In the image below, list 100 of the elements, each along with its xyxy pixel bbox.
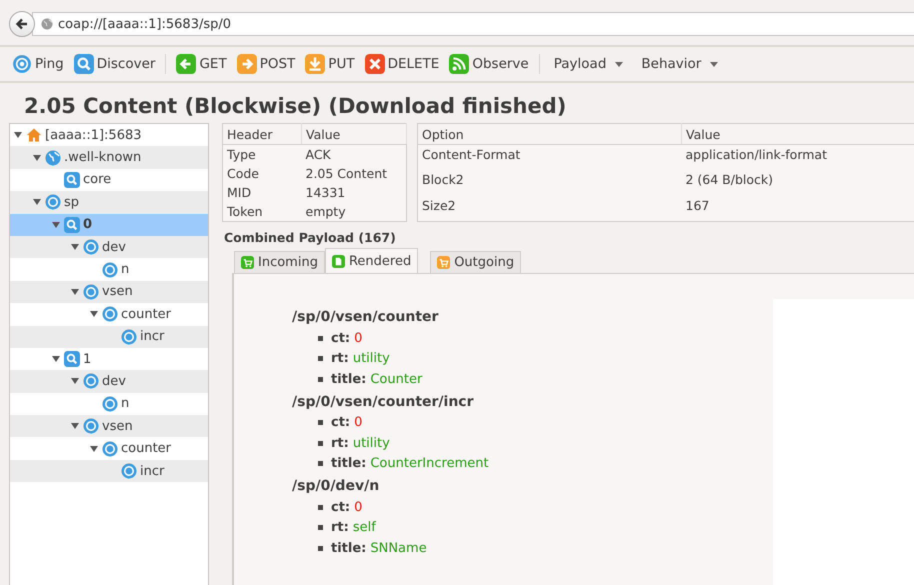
table-cell: Code [222,164,302,183]
delete-icon [364,54,385,74]
attribute-key: rt: [331,436,349,451]
target-icon [102,306,118,322]
response-title: 2.05 Content (Blockwise) (Download finished) [23,93,568,120]
target-icon [121,328,137,345]
attribute-key: title: [331,372,366,387]
tree-item[interactable]: 1 [10,348,208,370]
bullet-icon [318,546,323,551]
target-icon [83,284,99,300]
search-icon [64,216,80,233]
tree-item[interactable]: dev [10,370,208,393]
cart-icon [437,256,450,269]
tree-item[interactable]: n [10,258,208,281]
document-icon [332,254,345,268]
bullet-icon [318,440,323,446]
bullet-icon [318,504,323,510]
tree-item[interactable]: counter [10,437,208,460]
attribute-key: ct: [331,330,350,346]
rss-icon [449,54,470,74]
bullet-icon [318,461,323,466]
table-cell: ACK [302,144,406,164]
table-cell: Token [222,202,302,222]
tree-item[interactable]: sp [10,191,208,214]
table-cell: Content-Format [418,144,682,170]
table-cell: 2 (64 B/block) [682,170,914,196]
target-icon [45,194,61,210]
column-header: Value [682,124,914,144]
search-icon [64,351,80,368]
payload-tab[interactable]: Incoming [234,251,325,273]
toolbar-button[interactable]: Observe [447,52,531,76]
globe-icon [45,150,61,166]
toolbar-button[interactable]: POST [234,52,298,76]
table-cell: 167 [682,196,914,222]
home-icon [26,127,42,144]
tree-item[interactable]: core [10,168,208,192]
toolbar-button[interactable]: Ping [10,52,66,76]
attribute-value: self [352,520,376,536]
attribute-value: 0 [354,330,362,346]
expand-arrow-icon[interactable] [14,132,22,138]
table-cell: Size2 [418,196,682,222]
attribute-value: utility [352,436,390,451]
tree-item[interactable]: dev [10,236,208,258]
table-cell: 14331 [302,183,406,202]
table-cell: MID [222,183,302,202]
bullet-icon [318,356,323,362]
attribute-value: Counter [370,372,422,387]
tree-item[interactable]: .well-known [10,146,208,169]
toolbar-button[interactable]: DELETE [362,52,442,76]
search-icon [74,54,94,74]
dropdown-menu[interactable]: Payload [548,54,630,74]
attribute-value: SNName [370,540,427,556]
download-icon [305,54,326,74]
table-cell: Block2 [418,170,682,196]
address-field[interactable]: coap://[aaaa::1]:5683/sp/0 [32,12,914,36]
target-icon [121,463,137,480]
dropdown-menu[interactable]: Behavior [635,54,724,74]
tree-item[interactable]: [aaaa::1]:5683 [10,124,208,146]
payload-tab[interactable]: Outgoing [430,251,522,273]
target-icon [102,396,118,412]
tree-item[interactable]: incr [10,460,208,482]
attribute-value: 0 [354,500,362,515]
globe-icon [41,18,53,30]
attribute-key: ct: [331,415,350,430]
target-icon [12,54,32,74]
attribute-value: 0 [354,415,362,430]
bullet-icon [318,376,323,382]
tree-item[interactable]: vsen [10,280,208,304]
toolbar-button[interactable]: Discover [72,52,158,76]
bullet-icon [318,336,323,341]
cart-icon [241,256,254,269]
table-cell: empty [302,202,406,222]
attribute-value: utility [352,351,390,366]
tree-item[interactable]: incr [10,326,208,348]
search-icon [64,172,80,188]
table-cell: Type [222,144,302,164]
column-header: Header [222,124,302,144]
caret-icon [615,62,624,66]
attribute-key: ct: [331,500,350,515]
table-cell: 2.05 Content [302,164,406,183]
toolbar-button[interactable]: GET [174,52,229,76]
tree-item[interactable]: vsen [10,415,208,438]
resource-path: /sp/0/vsen/counter [292,308,440,327]
bullet-icon [318,525,323,530]
target-icon [102,440,118,457]
url-text: coap://[aaaa::1]:5683/sp/0 [58,16,232,32]
tree-item[interactable]: counter [10,303,208,326]
tree-item[interactable]: 0 [10,214,208,236]
resource-path: /sp/0/dev/n [292,477,380,496]
target-icon [83,418,99,434]
payload-label: Combined Payload (167) [224,230,397,245]
back-button[interactable] [9,11,35,37]
payload-tab[interactable]: Rendered [324,248,418,273]
tree-item[interactable]: n [10,392,208,416]
target-icon [83,373,99,390]
attribute-key: rt: [331,351,349,366]
toolbar-button[interactable]: PUT [303,52,357,76]
attribute-key: rt: [331,520,349,536]
target-icon [83,239,99,256]
table-cell: application/link-format [682,144,914,170]
